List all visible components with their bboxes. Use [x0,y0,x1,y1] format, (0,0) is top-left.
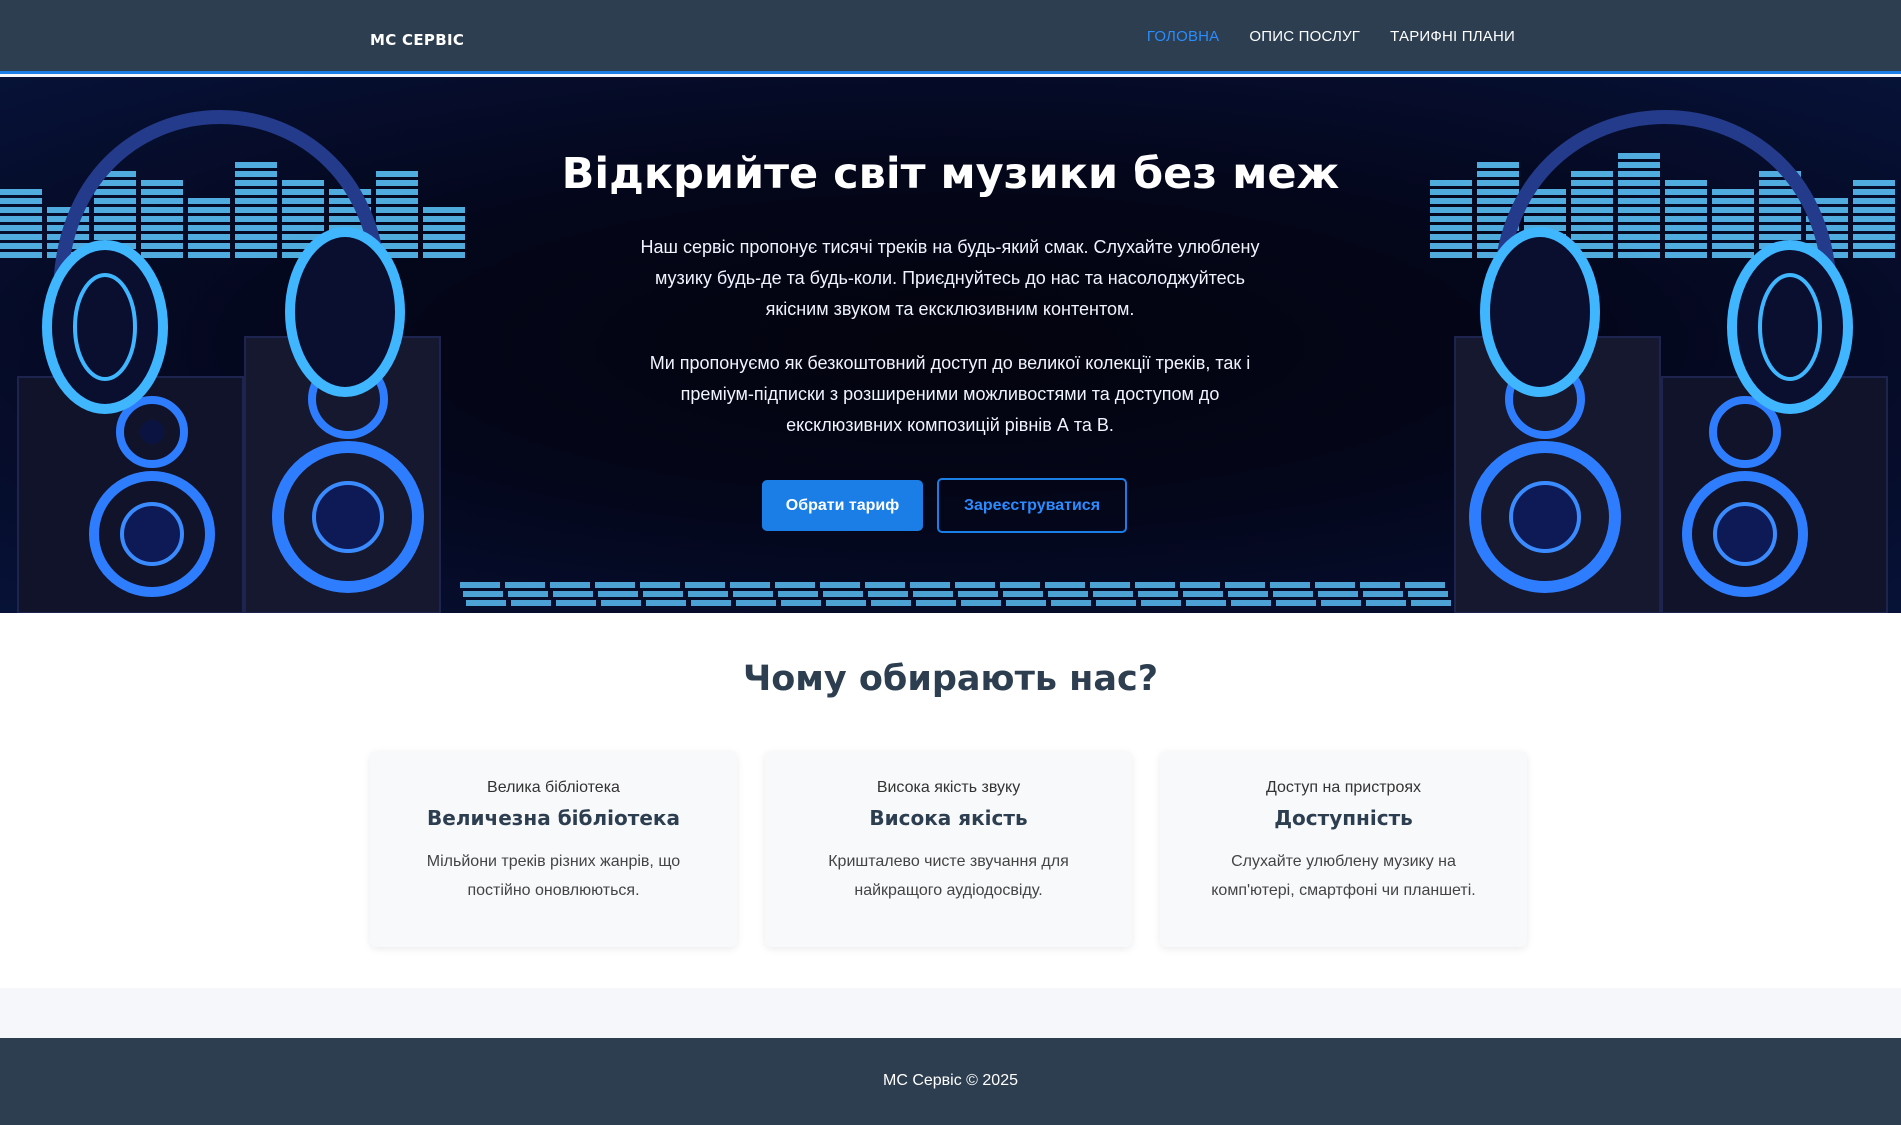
hero-paragraph-2: Ми пропонуємо як безкоштовний доступ до … [649,353,1251,435]
feature-caption: Велика бібліотека [487,779,620,796]
hero-section: Відкрийте світ музики без меж Наш сервіс… [0,77,1901,613]
page-footer: МС Сервіс © 2025 [0,1038,1901,1125]
feature-card-quality: Висока якість звуку Висока якість Кришта… [765,751,1132,947]
brand-logo-text[interactable]: МС СЕРВІС [370,31,464,49]
feature-card-library: Велика бібліотека Величезна бібліотека М… [370,751,737,947]
nav-pricing-link[interactable]: ТАРИФНІ ПЛАНИ [1390,28,1515,45]
feature-description: Слухайте улюблену музику на комп'ютері, … [1211,853,1476,899]
top-navbar: МС СЕРВІС ГОЛОВНА ОПИС ПОСЛУГ ТАРИФНІ ПЛ… [0,0,1901,74]
feature-title: Доступність [1274,806,1413,830]
feature-description: Мільйони треків різних жанрів, що постій… [426,853,681,899]
main-nav: ГОЛОВНА ОПИС ПОСЛУГ ТАРИФНІ ПЛАНИ [1147,28,1515,45]
hero-paragraph-1: Наш сервіс пропонує тисячі треків на буд… [640,237,1260,319]
feature-card-accessibility: Доступ на пристроях Доступність Слухайте… [1160,751,1527,947]
register-button[interactable]: Зареєструватися [937,478,1127,533]
nav-home-link[interactable]: ГОЛОВНА [1147,28,1220,45]
feature-caption: Доступ на пристроях [1266,779,1421,796]
hero-title: Відкрийте світ музики без меж [561,149,1340,199]
feature-caption: Висока якість звуку [876,779,1021,796]
features-heading: Чому обирають нас? [742,659,1159,699]
feature-description: Кришталево чисте звучання для найкращого… [828,853,1069,899]
choose-plan-button[interactable]: Обрати тариф [762,480,923,531]
nav-services-link[interactable]: ОПИС ПОСЛУГ [1249,28,1360,45]
feature-title: Величезна бібліотека [427,806,680,830]
features-section: Чому обирають нас? Велика бібліотека Вел… [0,613,1901,988]
feature-title: Висока якість [869,806,1028,830]
hero-content: Відкрийте світ музики без меж Наш сервіс… [0,77,1901,613]
footer-copyright: МС Сервіс © 2025 [882,1072,1018,1089]
section-spacer [0,988,1901,1038]
